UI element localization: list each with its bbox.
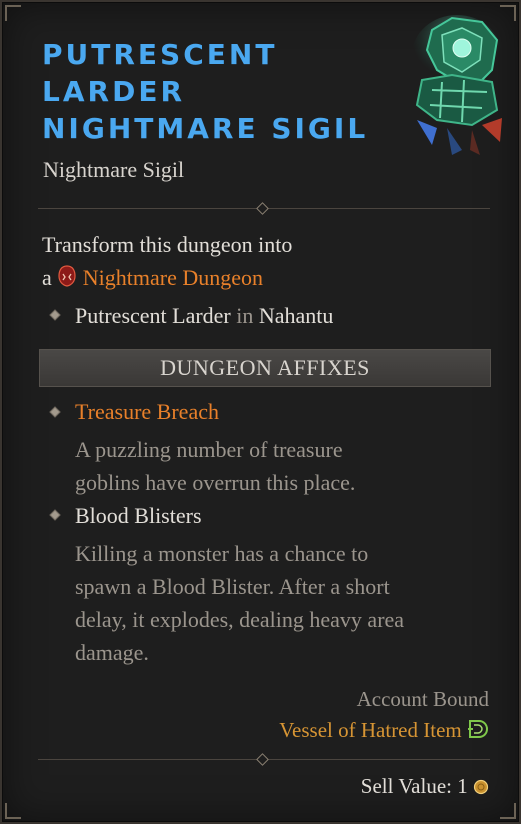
affix-description-line: A puzzling number of treasure [75,437,343,462]
item-tooltip: PUTRESCENT LARDER NIGHTMARE SIGIL Nightm… [0,0,521,824]
transform-dungeon-line: a Nightmare Dungeon [42,261,263,296]
affix-description-line: goblins have overrun this place. [75,470,356,495]
affix-name: Blood Blisters [75,503,202,528]
affixes-header: DUNGEON AFFIXES [39,349,491,387]
frame-corner [5,803,21,819]
sell-value-text: Sell Value: 1 [360,774,468,798]
account-bound-label: Account Bound [356,687,489,711]
item-title-line: PUTRESCENT [42,38,278,71]
bullet-icon [49,309,61,321]
frame-corner [5,5,21,21]
affix-description-line: damage. [75,640,149,665]
location-region: Nahantu [258,303,334,328]
location-line: Putrescent Larder in Nahantu [75,299,333,332]
affix-description-line: delay, it explodes, dealing heavy area [75,607,405,632]
expansion-text: Vessel of Hatred Item [279,718,462,742]
divider-ornament [256,753,269,766]
frame-corner [500,803,516,819]
gold-coin-icon [473,776,489,801]
nightmare-dungeon-label: Nightmare Dungeon [82,265,263,290]
transform-prefix: a [42,265,52,290]
bullet-icon [49,509,61,521]
item-type: Nightmare Sigil [43,157,185,182]
affix-description: A puzzling number of treasure goblins ha… [75,433,355,499]
location-name: Putrescent Larder [75,303,231,328]
item-title-line: LARDER [42,75,186,108]
nightmare-dungeon-icon [57,263,77,296]
bullet-icon [49,406,61,418]
transform-line: Transform this dungeon into [42,232,293,257]
vessel-of-hatred-icon [467,718,489,746]
divider-ornament [256,202,269,215]
nightmare-sigil-icon [412,15,502,155]
item-title: PUTRESCENT LARDER NIGHTMARE SIGIL [42,36,372,147]
affix-description: Killing a monster has a chance to spawn … [75,537,404,669]
sell-value: Sell Value: 1 [361,774,489,801]
expansion-label: Vessel of Hatred Item [279,718,489,746]
affix-name: Treasure Breach [75,399,219,424]
affix-description-line: Killing a monster has a chance to [75,541,369,566]
item-title-line: NIGHTMARE SIGIL [42,112,369,145]
affix-description-line: spawn a Blood Blister. After a short [75,574,390,599]
location-connector: in [236,303,254,328]
